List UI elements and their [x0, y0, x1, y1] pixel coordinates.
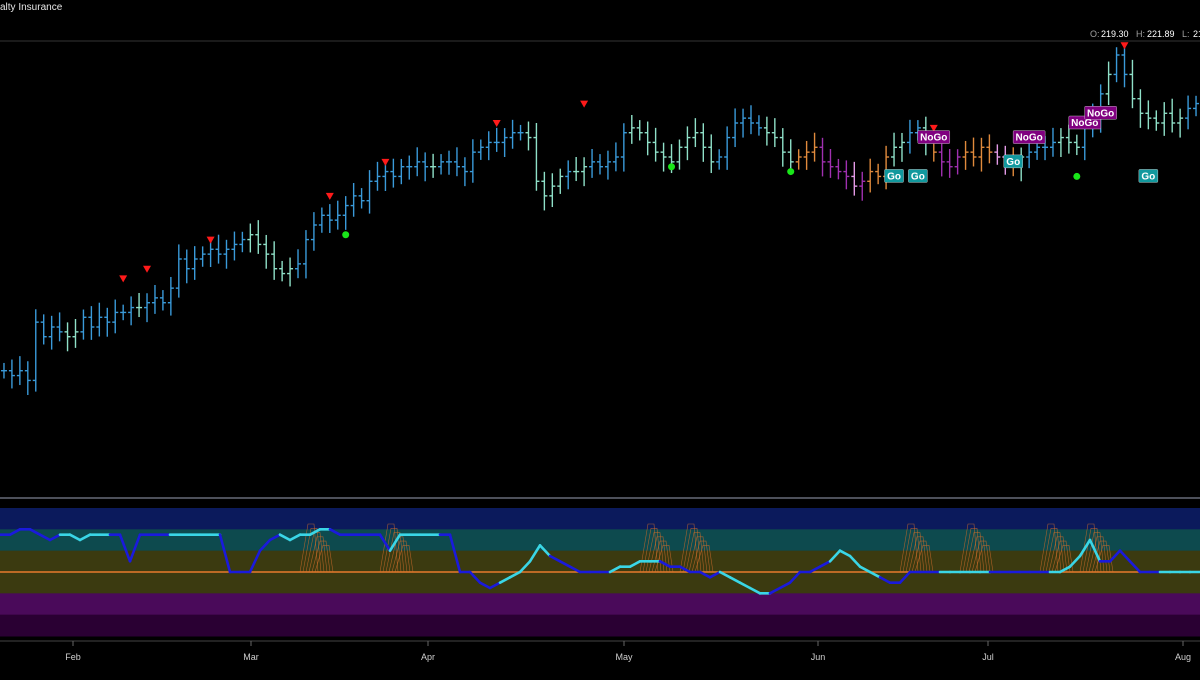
- ohlc-value: 221.89: [1147, 29, 1175, 39]
- label-text: Go: [1006, 157, 1020, 168]
- ohlc-label: L:: [1182, 29, 1190, 39]
- label-text: Go: [1141, 171, 1155, 182]
- x-tick-label: Mar: [243, 652, 259, 662]
- nogo-label: NoGo: [917, 130, 950, 144]
- oscillator-band: [0, 572, 1200, 594]
- label-text: Go: [911, 171, 925, 182]
- x-tick-label: Apr: [421, 652, 435, 662]
- ohlc-value: 21: [1193, 29, 1200, 39]
- x-tick-label: Aug: [1175, 652, 1191, 662]
- go-dot-icon: [787, 168, 795, 176]
- price-chart-svg: alty Insurance O:219.30 H:221.89 L:21 Go Go…: [0, 0, 1200, 675]
- x-tick-label: May: [615, 652, 633, 662]
- oscillator-band: [0, 593, 1200, 616]
- label-text: NoGo: [1071, 118, 1098, 129]
- nogo-label: NoGo: [1084, 106, 1117, 120]
- go-label: Go: [1003, 154, 1023, 169]
- oscillator-band: [0, 529, 1200, 552]
- x-tick-label: Jul: [982, 652, 994, 662]
- go-dot-icon: [668, 163, 676, 171]
- label-text: NoGo: [1016, 133, 1043, 144]
- go-dot-icon: [1073, 172, 1081, 180]
- label-text: NoGo: [1087, 108, 1114, 119]
- oscillator-pane: [0, 508, 1200, 637]
- label-text: Go: [887, 171, 901, 182]
- x-tick-label: Jun: [811, 652, 826, 662]
- ohlc-value: 219.30: [1101, 29, 1129, 39]
- go-dot-icon: [342, 231, 350, 239]
- go-label: Go: [908, 169, 928, 183]
- go-label: Go: [1138, 169, 1159, 183]
- instrument-title: alty Insurance: [0, 2, 63, 13]
- nogo-label: NoGo: [1012, 130, 1046, 144]
- label-text: NoGo: [920, 133, 947, 144]
- oscillator-band: [0, 550, 1200, 573]
- ohlc-label: H:: [1136, 29, 1145, 39]
- oscillator-band: [0, 508, 1200, 530]
- ohlc-label: O:: [1090, 29, 1100, 39]
- go-label: Go: [884, 169, 904, 183]
- oscillator-band: [0, 614, 1200, 637]
- x-tick-label: Feb: [65, 652, 81, 662]
- chart-root: alty Insurance O:219.30 H:221.89 L:21 Go Go…: [0, 0, 1200, 675]
